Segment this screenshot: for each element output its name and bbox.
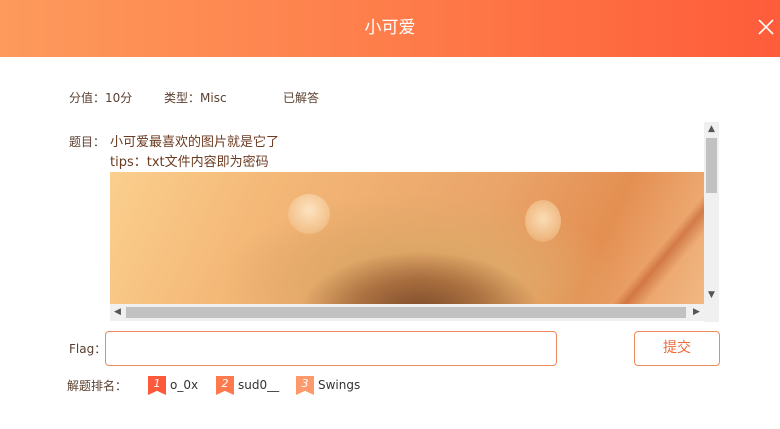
scroll-up-icon[interactable]: ▲ bbox=[704, 122, 719, 137]
scrollbar-corner bbox=[704, 307, 719, 322]
vertical-scroll-thumb[interactable] bbox=[706, 138, 717, 193]
flag-input[interactable] bbox=[105, 331, 557, 366]
rank-badge: 1 bbox=[148, 376, 166, 395]
horizontal-scroll-thumb[interactable] bbox=[126, 307, 686, 318]
scroll-right-icon[interactable]: ▶ bbox=[689, 304, 704, 321]
problem-panel: 题目： 小可爱最喜欢的图片就是它了 tips：txt文件内容即为密码 ▲ ▼ ◀… bbox=[69, 122, 719, 322]
status-text: 已解答 bbox=[283, 91, 320, 105]
image-background-shelf bbox=[610, 172, 704, 304]
vertical-scrollbar[interactable]: ▲ ▼ bbox=[704, 122, 719, 307]
submit-button[interactable]: 提交 bbox=[634, 331, 720, 366]
dialog-title: 小可爱 bbox=[364, 18, 416, 38]
ranking-user[interactable]: sud0__ bbox=[238, 378, 279, 392]
score-text: 分值：10分 bbox=[69, 91, 133, 105]
ranking-user[interactable]: o_0x bbox=[170, 378, 198, 392]
problem-tips: tips：txt文件内容即为密码 bbox=[110, 155, 269, 170]
problem-image bbox=[110, 172, 704, 304]
rank-badge: 2 bbox=[216, 376, 234, 395]
problem-description: 小可爱最喜欢的图片就是它了 bbox=[110, 135, 280, 150]
horizontal-scrollbar[interactable]: ◀ ▶ bbox=[110, 304, 704, 321]
flag-label: Flag： bbox=[69, 342, 107, 356]
close-icon[interactable] bbox=[755, 16, 777, 38]
rank-badge: 3 bbox=[296, 376, 314, 395]
dialog-header: 小可爱 bbox=[0, 0, 780, 57]
type-text: 类型：Misc bbox=[164, 91, 227, 105]
image-ear-left bbox=[288, 194, 330, 234]
scroll-left-icon[interactable]: ◀ bbox=[110, 304, 125, 321]
scroll-down-icon[interactable]: ▼ bbox=[704, 288, 719, 303]
image-ear-right bbox=[525, 200, 561, 242]
ranking-label: 解题排名： bbox=[67, 379, 128, 393]
problem-label: 题目： bbox=[69, 135, 106, 149]
ranking-user[interactable]: Swings bbox=[318, 378, 360, 392]
